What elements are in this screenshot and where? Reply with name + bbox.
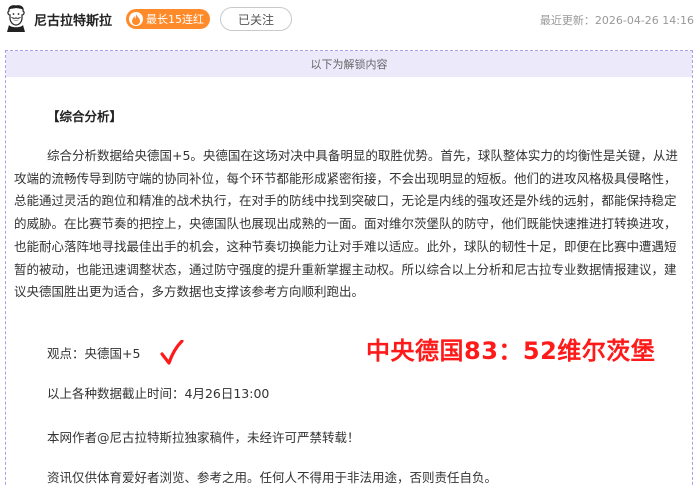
streak-label: 最长15连红 <box>146 13 204 26</box>
streak-badge: 最长15连红 <box>126 9 210 29</box>
unlocked-banner: 以下为解锁内容 <box>6 51 692 77</box>
author-header: 尼古拉特斯拉 最长15连红 已关注 最近更新：2026-04-26 14:16 <box>0 0 700 38</box>
flame-icon <box>129 12 143 26</box>
final-score: 中央德国83：52维尔茨堡 <box>366 337 656 365</box>
author-name[interactable]: 尼古拉特斯拉 <box>34 10 112 29</box>
avatar[interactable] <box>4 4 28 32</box>
analysis-paragraph: 综合分析数据给央德国+5。央德国在这场对决中具备明显的取胜优势。首先，球队整体实… <box>14 148 678 300</box>
section-title: 【综合分析】 <box>47 109 123 124</box>
viewpoint: 观点：央德国+5 <box>47 346 141 361</box>
follow-button[interactable]: 已关注 <box>220 7 292 31</box>
last-updated: 最近更新：2026-04-26 14:16 <box>539 14 694 27</box>
data-cutoff: 以上各种数据截止时间：4月26日13:00 <box>47 386 270 401</box>
copyright-notice: 本网作者@尼古拉特斯拉独家稿件，未经许可严禁转载！ <box>47 430 360 445</box>
disclaimer: 资讯仅供体育爱好者浏览、参考之用。任何人不得用于非法用途，否则责任自负。 <box>47 470 498 485</box>
checkmark-icon <box>160 340 184 365</box>
